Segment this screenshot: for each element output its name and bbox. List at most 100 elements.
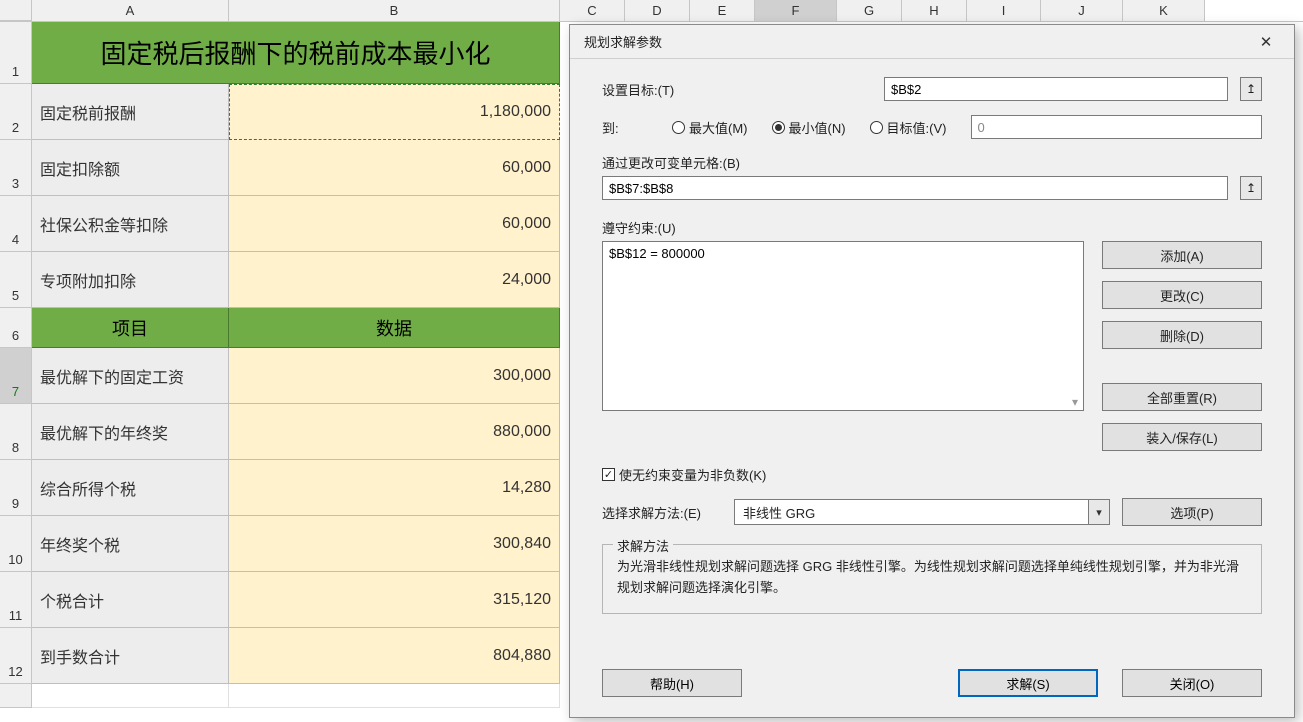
col-header-E[interactable]: E <box>690 0 755 21</box>
row-header-2[interactable]: 2 <box>0 84 32 140</box>
collapse-ref-button[interactable]: ↥ <box>1240 77 1262 101</box>
row-header-4[interactable]: 4 <box>0 196 32 252</box>
solve-button[interactable]: 求解(S) <box>958 669 1098 697</box>
solver-dialog: 规划求解参数 ✕ 设置目标:(T) $B$2 ↥ 到: 最大值(M) 最小值(N… <box>569 24 1295 718</box>
select-all-corner[interactable] <box>0 0 32 21</box>
label-cell[interactable]: 专项附加扣除 <box>32 252 229 308</box>
dialog-titlebar[interactable]: 规划求解参数 ✕ <box>570 25 1294 59</box>
radio-indicator <box>772 121 785 134</box>
set-objective-label: 设置目标:(T) <box>602 80 872 99</box>
row-header-8[interactable]: 8 <box>0 404 32 460</box>
options-button[interactable]: 选项(P) <box>1122 498 1262 526</box>
method-select[interactable]: 非线性 GRG ▾ <box>734 499 1110 525</box>
value-cell[interactable]: 880,000 <box>229 404 560 460</box>
label-cell[interactable]: 固定扣除额 <box>32 140 229 196</box>
col-header-D[interactable]: D <box>625 0 690 21</box>
dialog-footer: 帮助(H) 求解(S) 关闭(O) <box>570 669 1294 717</box>
row-header-5[interactable]: 5 <box>0 252 32 308</box>
value-cell[interactable]: 60,000 <box>229 196 560 252</box>
nonneg-checkbox[interactable]: ✓ 使无约束变量为非负数(K) <box>602 465 766 484</box>
arrow-up-icon: ↥ <box>1246 181 1256 195</box>
method-label: 选择求解方法:(E) <box>602 503 722 522</box>
row-header-7[interactable]: 7 <box>0 348 32 404</box>
radio-max[interactable]: 最大值(M) <box>672 118 748 137</box>
value-cell[interactable]: 804,880 <box>229 628 560 684</box>
close-dialog-button[interactable]: 关闭(O) <box>1122 669 1262 697</box>
value-cell[interactable]: 300,840 <box>229 516 560 572</box>
col-header-H[interactable]: H <box>902 0 967 21</box>
help-button[interactable]: 帮助(H) <box>602 669 742 697</box>
load-save-button[interactable]: 装入/保存(L) <box>1102 423 1262 451</box>
collapse-ref-button[interactable]: ↥ <box>1240 176 1262 200</box>
col-header-K[interactable]: K <box>1123 0 1205 21</box>
chevron-down-icon: ▾ <box>1088 499 1110 525</box>
col-header-I[interactable]: I <box>967 0 1041 21</box>
value-cell[interactable]: 315,120 <box>229 572 560 628</box>
close-icon: ✕ <box>1260 33 1273 51</box>
label-cell[interactable]: 年终奖个税 <box>32 516 229 572</box>
value-cell[interactable]: 1,180,000 <box>229 84 560 140</box>
set-objective-input[interactable]: $B$2 <box>884 77 1228 101</box>
dialog-body: 设置目标:(T) $B$2 ↥ 到: 最大值(M) 最小值(N) 目标值:(V)… <box>570 59 1294 669</box>
label-cell[interactable]: 最优解下的年终奖 <box>32 404 229 460</box>
delete-constraint-button[interactable]: 删除(D) <box>1102 321 1262 349</box>
row-header-1[interactable]: 1 <box>0 22 32 84</box>
scroll-thumb-icon: ▾ <box>1068 395 1082 409</box>
col-header-J[interactable]: J <box>1041 0 1123 21</box>
radio-value[interactable]: 目标值:(V) <box>870 118 947 137</box>
row-header-9[interactable]: 9 <box>0 460 32 516</box>
value-cell[interactable]: 14,280 <box>229 460 560 516</box>
groupbox-title: 求解方法 <box>613 536 673 555</box>
col-header-B[interactable]: B <box>229 0 560 21</box>
close-button[interactable]: ✕ <box>1248 28 1284 56</box>
row-header-10[interactable]: 10 <box>0 516 32 572</box>
reset-all-button[interactable]: 全部重置(R) <box>1102 383 1262 411</box>
radio-max-label: 最大值(M) <box>689 118 748 137</box>
label-cell[interactable]: 最优解下的固定工资 <box>32 348 229 404</box>
value-of-input[interactable]: 0 <box>971 115 1263 139</box>
radio-indicator <box>870 121 883 134</box>
section-header-left[interactable]: 项目 <box>32 308 229 348</box>
row-header-12[interactable]: 12 <box>0 628 32 684</box>
value-cell[interactable]: 300,000 <box>229 348 560 404</box>
nonneg-label: 使无约束变量为非负数(K) <box>619 465 766 484</box>
row-header-3[interactable]: 3 <box>0 140 32 196</box>
column-headers: A B C D E F G H I J K <box>0 0 1303 22</box>
dialog-title: 规划求解参数 <box>584 32 1248 51</box>
label-cell[interactable]: 个税合计 <box>32 572 229 628</box>
radio-value-label: 目标值:(V) <box>887 118 947 137</box>
constraints-label: 遵守约束:(U) <box>602 218 1262 237</box>
method-groupbox: 求解方法 为光滑非线性规划求解问题选择 GRG 非线性引擎。为线性规划求解问题选… <box>602 544 1262 614</box>
label-cell[interactable]: 社保公积金等扣除 <box>32 196 229 252</box>
col-header-A[interactable]: A <box>32 0 229 21</box>
col-header-C[interactable]: C <box>560 0 625 21</box>
radio-min-label: 最小值(N) <box>789 118 846 137</box>
empty-cell[interactable] <box>32 684 229 708</box>
checkbox-indicator: ✓ <box>602 468 615 481</box>
groupbox-text: 为光滑非线性规划求解问题选择 GRG 非线性引擎。为线性规划求解问题选择单纯线性… <box>617 557 1247 599</box>
col-header-F[interactable]: F <box>755 0 837 21</box>
row-header-11[interactable]: 11 <box>0 572 32 628</box>
label-cell[interactable]: 固定税前报酬 <box>32 84 229 140</box>
row-header-13[interactable] <box>0 684 32 708</box>
section-header-right[interactable]: 数据 <box>229 308 560 348</box>
to-label: 到: <box>602 118 660 137</box>
constraints-listbox[interactable]: $B$12 = 800000 ▾ <box>602 241 1084 411</box>
radio-indicator <box>672 121 685 134</box>
arrow-up-icon: ↥ <box>1246 82 1256 96</box>
label-cell[interactable]: 到手数合计 <box>32 628 229 684</box>
label-cell[interactable]: 综合所得个税 <box>32 460 229 516</box>
empty-cell[interactable] <box>229 684 560 708</box>
add-constraint-button[interactable]: 添加(A) <box>1102 241 1262 269</box>
constraint-item[interactable]: $B$12 = 800000 <box>609 246 1077 261</box>
by-changing-label: 通过更改可变单元格:(B) <box>602 153 1262 172</box>
row-header-6[interactable]: 6 <box>0 308 32 348</box>
value-cell[interactable]: 24,000 <box>229 252 560 308</box>
by-changing-input[interactable]: $B$7:$B$8 <box>602 176 1228 200</box>
radio-min[interactable]: 最小值(N) <box>772 118 846 137</box>
change-constraint-button[interactable]: 更改(C) <box>1102 281 1262 309</box>
col-header-G[interactable]: G <box>837 0 902 21</box>
title-cell[interactable]: 固定税后报酬下的税前成本最小化 <box>32 22 560 84</box>
value-cell[interactable]: 60,000 <box>229 140 560 196</box>
method-select-value: 非线性 GRG <box>734 499 1088 525</box>
